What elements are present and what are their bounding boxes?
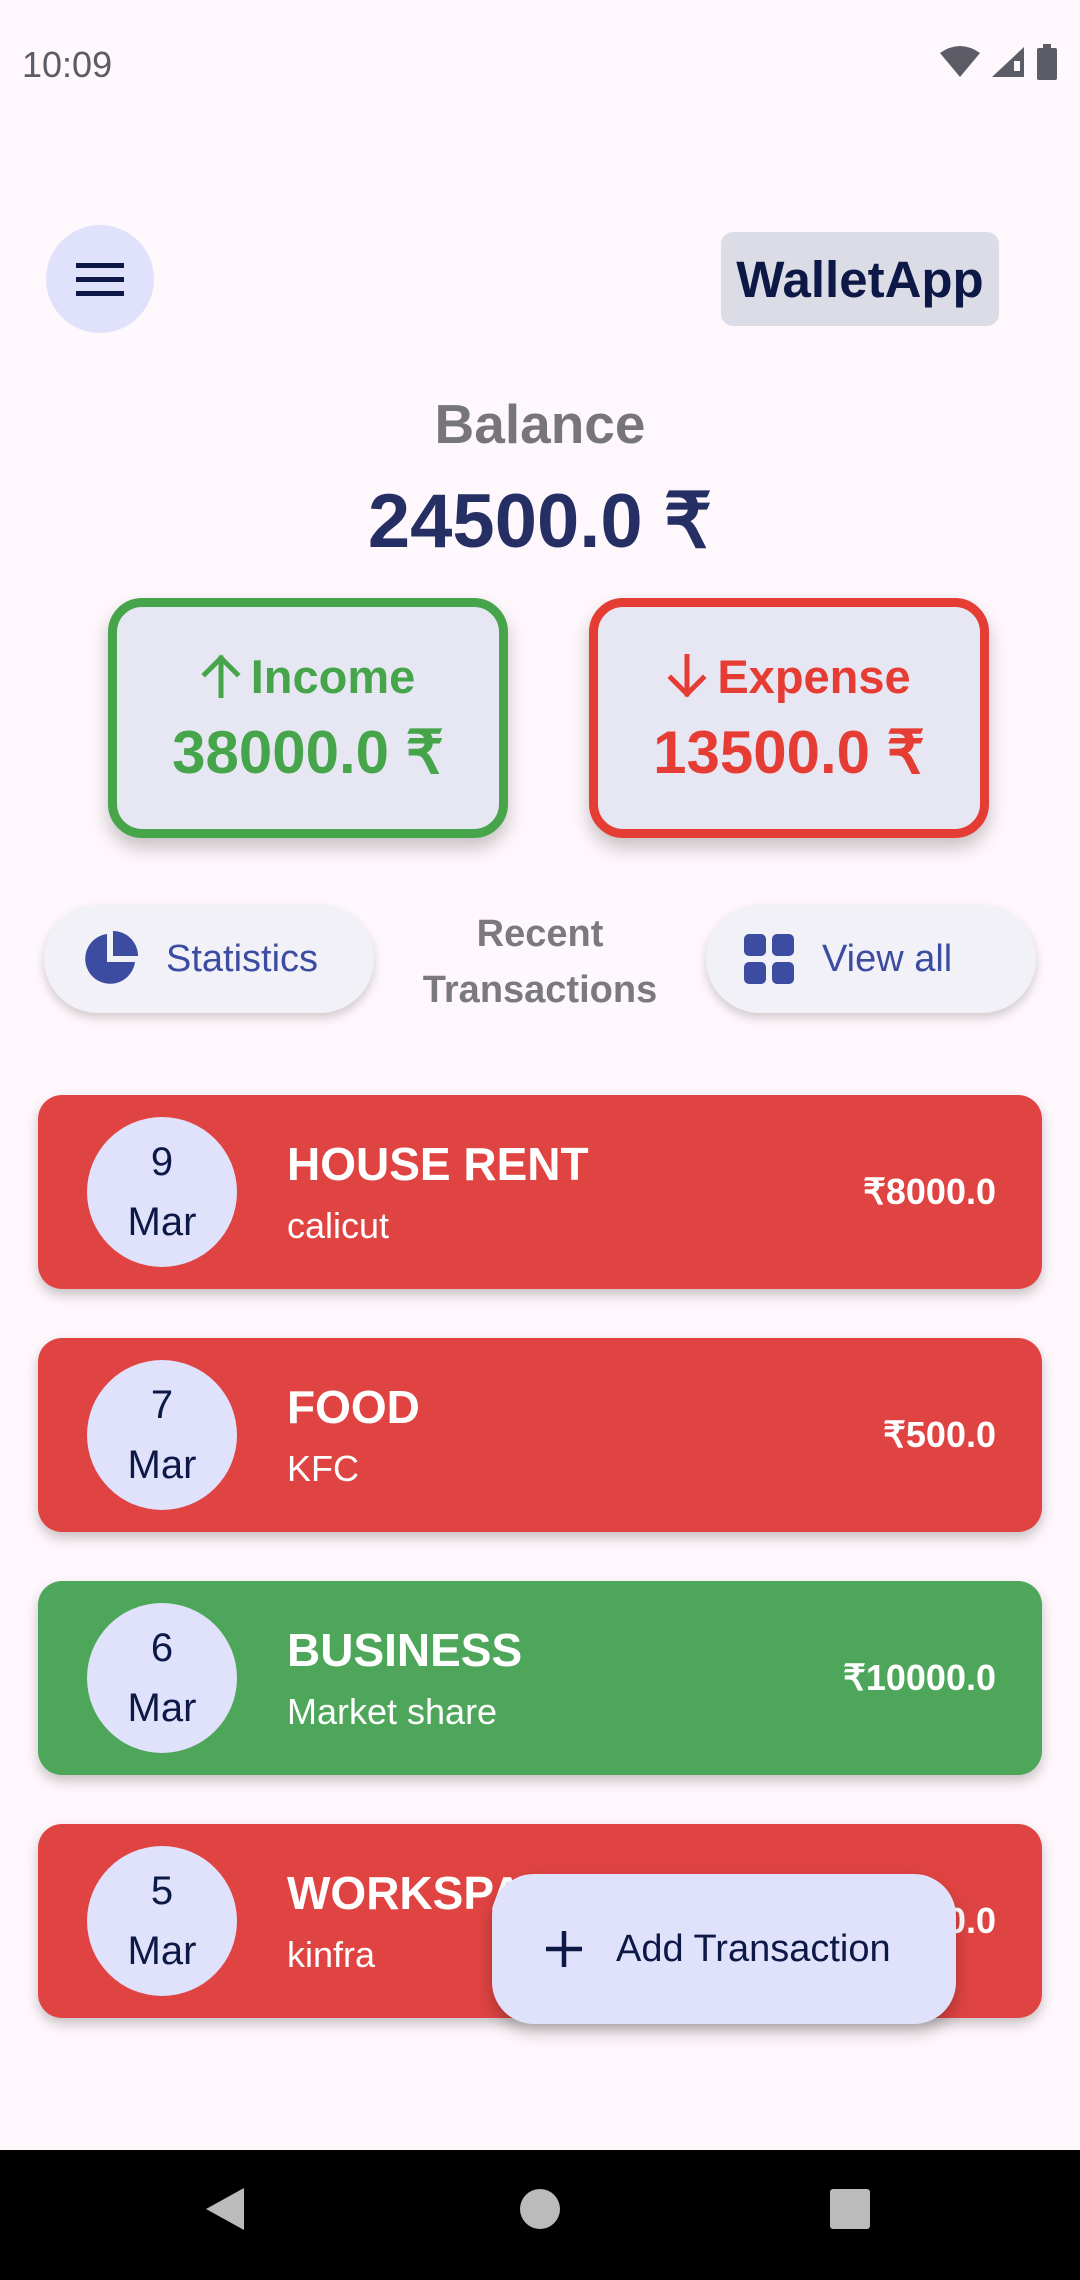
transaction-subtitle: Market share — [287, 1691, 498, 1732]
statistics-button[interactable]: Statistics — [44, 905, 374, 1013]
add-transaction-label: Add Transaction — [616, 1927, 891, 1970]
expense-value: 13500.0 ₹ — [653, 718, 925, 786]
back-icon[interactable] — [204, 2186, 246, 2232]
income-card: Income 38000.0 ₹ — [108, 598, 508, 838]
transaction-day: 9 — [150, 1140, 174, 1184]
transaction-amount: ₹10000.0 — [842, 1657, 996, 1698]
wifi-icon — [940, 46, 980, 77]
transaction-card[interactable]: 9 Mar HOUSE RENT calicut ₹8000.0 — [38, 1095, 1042, 1289]
recent-label-line2: Transactions — [422, 969, 658, 1011]
transaction-title: FOOD — [287, 1381, 420, 1433]
view-all-button[interactable]: View all — [706, 905, 1036, 1013]
recents-icon[interactable] — [829, 2186, 871, 2232]
transaction-date: 5 Mar — [87, 1846, 237, 1996]
status-time: 10:09 — [22, 44, 113, 85]
transaction-month: Mar — [127, 1443, 197, 1487]
grid-icon — [744, 934, 794, 984]
transaction-amount: ₹500.0 — [883, 1414, 996, 1455]
expense-label: Expense — [717, 649, 911, 703]
transaction-date: 9 Mar — [87, 1117, 237, 1267]
transaction-subtitle: KFC — [287, 1448, 359, 1489]
status-icons — [940, 44, 1058, 80]
transaction-subtitle: kinfra — [287, 1934, 376, 1975]
recent-label-line1: Recent — [476, 913, 604, 955]
battery-icon — [1037, 44, 1057, 80]
balance-value: 24500.0 ₹ — [367, 479, 713, 564]
transaction-month: Mar — [127, 1929, 197, 1973]
balance-label: Balance — [434, 393, 646, 455]
statistics-label: Statistics — [166, 937, 319, 980]
arrow-up-icon — [201, 654, 241, 698]
transaction-month: Mar — [127, 1200, 197, 1244]
signal-icon — [992, 47, 1024, 77]
app-title: WalletApp — [721, 232, 999, 326]
transaction-date: 6 Mar — [87, 1603, 237, 1753]
transaction-amount: ₹8000.0 — [862, 1171, 996, 1212]
transaction-day: 6 — [150, 1626, 174, 1670]
income-value: 38000.0 ₹ — [172, 718, 444, 786]
add-transaction-button[interactable]: Add Transaction — [492, 1874, 956, 2024]
menu-button[interactable] — [46, 225, 154, 333]
system-nav-bar — [0, 2150, 1080, 2280]
arrow-down-icon — [667, 654, 707, 698]
view-all-label: View all — [822, 937, 953, 980]
transaction-subtitle: calicut — [287, 1205, 390, 1246]
income-label: Income — [250, 649, 416, 703]
transaction-card[interactable]: 7 Mar FOOD KFC ₹500.0 — [38, 1338, 1042, 1532]
expense-header: Expense — [667, 649, 911, 704]
expense-card: Expense 13500.0 ₹ — [589, 598, 989, 838]
transaction-day: 7 — [150, 1383, 174, 1427]
transaction-date: 7 Mar — [87, 1360, 237, 1510]
home-icon[interactable] — [519, 2186, 561, 2232]
transaction-title: BUSINESS — [287, 1624, 523, 1676]
status-bar: 10:09 — [0, 0, 1080, 130]
transaction-card[interactable]: 6 Mar BUSINESS Market share ₹10000.0 — [38, 1581, 1042, 1775]
pie-chart-icon — [85, 931, 138, 984]
transaction-day: 5 — [150, 1869, 174, 1913]
transaction-month: Mar — [127, 1686, 197, 1730]
plus-icon — [546, 1931, 582, 1967]
recent-transactions-label: Recent Transactions — [390, 906, 690, 1018]
transaction-title: HOUSE RENT — [287, 1138, 589, 1190]
menu-icon — [76, 263, 124, 296]
income-header: Income — [201, 649, 416, 704]
